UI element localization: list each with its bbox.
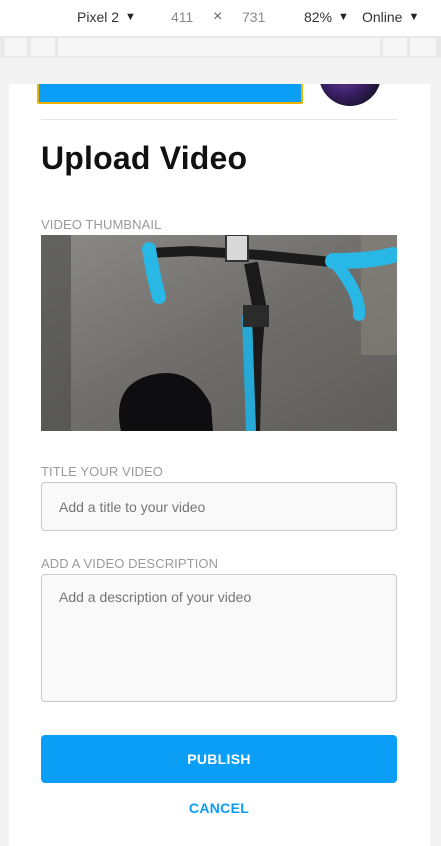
zoom-selector[interactable]: 82% ▼ xyxy=(304,9,349,25)
divider xyxy=(41,119,397,120)
device-selector[interactable]: Pixel 2 ▼ xyxy=(77,9,136,25)
cancel-button[interactable]: CANCEL xyxy=(41,800,397,820)
chevron-down-icon: ▼ xyxy=(338,11,349,23)
chevron-down-icon: ▼ xyxy=(125,11,136,23)
avatar[interactable] xyxy=(319,84,381,106)
network-value: Online xyxy=(362,9,403,25)
chevron-down-icon: ▼ xyxy=(408,11,420,23)
media-query-segment[interactable] xyxy=(31,38,55,56)
thumbnail-label: VIDEO THUMBNAIL xyxy=(41,217,162,232)
zoom-value: 82% xyxy=(304,9,333,25)
description-label: ADD A VIDEO DESCRIPTION xyxy=(41,556,219,571)
media-query-segment[interactable] xyxy=(58,38,380,56)
description-textarea[interactable] xyxy=(41,574,397,702)
viewport-margin-right xyxy=(430,84,441,846)
publish-button[interactable]: PUBLISH xyxy=(41,735,397,783)
title-input[interactable] xyxy=(41,482,397,531)
video-thumbnail[interactable] xyxy=(41,235,397,431)
network-selector[interactable]: Online ▼ xyxy=(362,9,419,25)
width-input[interactable]: 411 xyxy=(171,9,193,25)
width-value: 411 xyxy=(171,9,194,25)
times-icon: × xyxy=(213,8,223,25)
viewport-margin xyxy=(0,58,441,84)
height-value: 731 xyxy=(242,9,266,25)
media-query-segment[interactable] xyxy=(5,38,27,56)
media-query-segment[interactable] xyxy=(383,38,407,56)
height-input[interactable]: 731 xyxy=(242,9,265,25)
media-query-segment[interactable] xyxy=(410,38,436,56)
title-label: TITLE YOUR VIDEO xyxy=(41,464,163,479)
page-title: Upload Video xyxy=(41,140,248,176)
bike-photo xyxy=(41,235,397,431)
device-toolbar: Pixel 2 ▼ 411 × 731 82% ▼ Online ▼ xyxy=(0,0,441,37)
focused-header-button[interactable] xyxy=(37,84,303,104)
device-viewport: Upload Video VIDEO THUMBNAIL TITLE YOUR … xyxy=(9,84,430,846)
media-query-bar xyxy=(0,36,441,58)
device-name: Pixel 2 xyxy=(77,9,120,25)
